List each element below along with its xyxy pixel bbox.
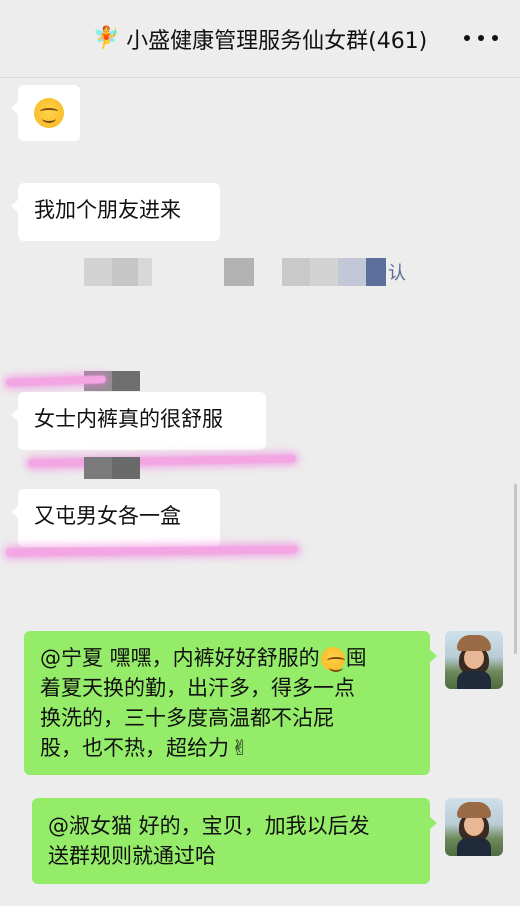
message-text: @宁夏 嘿嘿，内裤好好舒服的 [40, 646, 320, 670]
message-bubble-self[interactable]: @淑女猫 好的，宝贝，加我以后发 送群规则就通过哈 [32, 798, 437, 884]
sender-name [84, 457, 140, 479]
message-text: 又屯男女各一盒 [34, 504, 181, 528]
chat-header: 🧚 小盛健康管理服务仙女群(461) [0, 0, 520, 78]
highlight-stroke [5, 545, 299, 557]
victory-hand-icon: ✌ [231, 736, 249, 760]
smiling-face-icon [34, 98, 64, 128]
message-list[interactable]: 我加个朋友进来 认 女士内裤真的很舒服 又屯男女各一盒 @宁夏 嘿嘿，内裤好好舒… [0, 79, 520, 906]
avatar[interactable] [445, 631, 503, 689]
group-name: 小盛健康管理服务仙女群(461) [126, 28, 428, 54]
avatar[interactable] [445, 798, 503, 856]
message-text: @淑女猫 好的，宝贝，加我以后发 [48, 814, 370, 838]
relieved-face-icon [320, 647, 345, 672]
message-text: 送群规则就通过哈 [48, 844, 216, 868]
scrollbar[interactable] [514, 484, 517, 654]
chat-title[interactable]: 🧚 小盛健康管理服务仙女群(461) [93, 23, 428, 55]
message-text: 着夏天换的勤，出汗多，得多一点 [40, 676, 355, 700]
message-text: 换洗的，三十多度高温都不沾屁 [40, 706, 334, 730]
message-bubble-emoji[interactable] [11, 85, 80, 141]
fairy-icon: 🧚 [92, 26, 121, 51]
message-text: 股，也不热，超给力 [40, 736, 229, 760]
message-bubble[interactable]: 我加个朋友进来 [11, 183, 220, 241]
system-message-tail: 认 [388, 263, 406, 284]
message-bubble[interactable]: 又屯男女各一盒 [11, 489, 220, 547]
message-bubble-self[interactable]: @宁夏 嘿嘿，内裤好好舒服的 囤 着夏天换的勤，出汗多，得多一点 换洗的，三十多度… [24, 631, 437, 775]
more-icon[interactable] [464, 28, 498, 48]
message-text: 女士内裤真的很舒服 [34, 407, 223, 431]
message-text: 囤 [345, 646, 367, 670]
message-bubble[interactable]: 女士内裤真的很舒服 [11, 392, 266, 450]
message-text: 我加个朋友进来 [34, 198, 181, 222]
system-message: 认 [84, 258, 406, 286]
highlight-stroke [27, 454, 297, 468]
